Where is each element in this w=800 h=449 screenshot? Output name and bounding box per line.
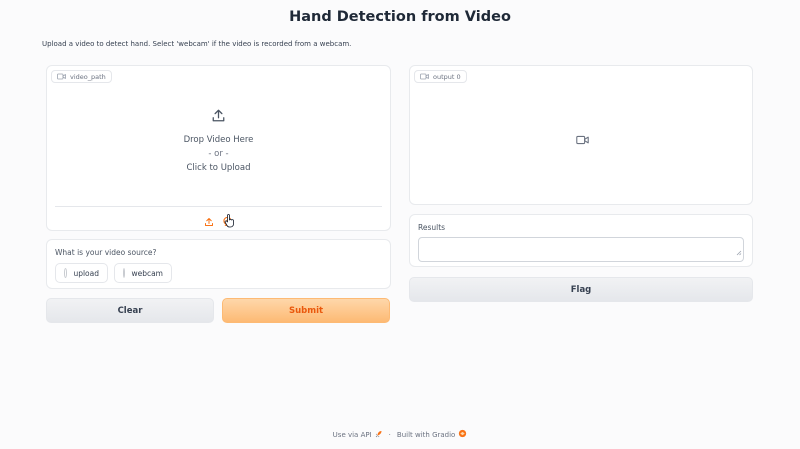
results-panel: Results — [409, 214, 753, 267]
cursor-icon — [224, 213, 235, 232]
clear-button[interactable]: Clear — [46, 298, 214, 323]
flag-button[interactable]: Flag — [409, 277, 753, 302]
video-path-label: video_path — [51, 70, 112, 83]
submit-button[interactable]: Submit — [222, 298, 390, 323]
page-description: Upload a video to detect hand. Select 'w… — [42, 40, 352, 48]
click-to-upload-text: Click to Upload — [186, 163, 251, 173]
video-source-panel: What is your video source? upload webcam — [46, 239, 391, 289]
drop-video-text: Drop Video Here — [183, 135, 254, 145]
output-video-panel: output 0 — [409, 65, 753, 205]
upload-source-icon[interactable] — [204, 212, 214, 231]
resize-handle-icon[interactable] — [736, 241, 742, 260]
video-upload-panel[interactable]: video_path Drop Video Here - or - Click … — [46, 65, 391, 231]
output-label: output 0 — [414, 70, 467, 83]
built-with-gradio-link[interactable]: Built with Gradio — [397, 429, 467, 440]
results-textarea[interactable] — [418, 237, 744, 262]
gradio-logo-icon — [458, 429, 467, 440]
radio-circle-icon[interactable] — [64, 268, 68, 278]
source-toolbar — [47, 212, 390, 231]
rocket-icon — [375, 430, 383, 440]
upload-icon — [211, 108, 226, 127]
divider — [55, 206, 382, 207]
drop-zone[interactable]: Drop Video Here - or - Click to Upload — [47, 108, 390, 175]
page-title: Hand Detection from Video — [289, 9, 511, 25]
or-text: - or - — [208, 149, 229, 159]
footer-separator: · — [388, 430, 391, 439]
video-icon — [420, 73, 429, 80]
radio-webcam[interactable]: webcam — [114, 263, 172, 283]
webcam-icon[interactable] — [222, 212, 235, 232]
radio-circle-icon[interactable] — [123, 268, 126, 278]
video-source-label: What is your video source? — [55, 248, 157, 257]
use-via-api-link[interactable]: Use via API — [333, 430, 383, 440]
radio-upload[interactable]: upload — [55, 263, 108, 283]
results-label: Results — [418, 223, 446, 232]
video-icon — [57, 73, 66, 80]
video-placeholder-icon — [576, 130, 589, 149]
footer: Use via API · Built with Gradio — [0, 429, 800, 440]
